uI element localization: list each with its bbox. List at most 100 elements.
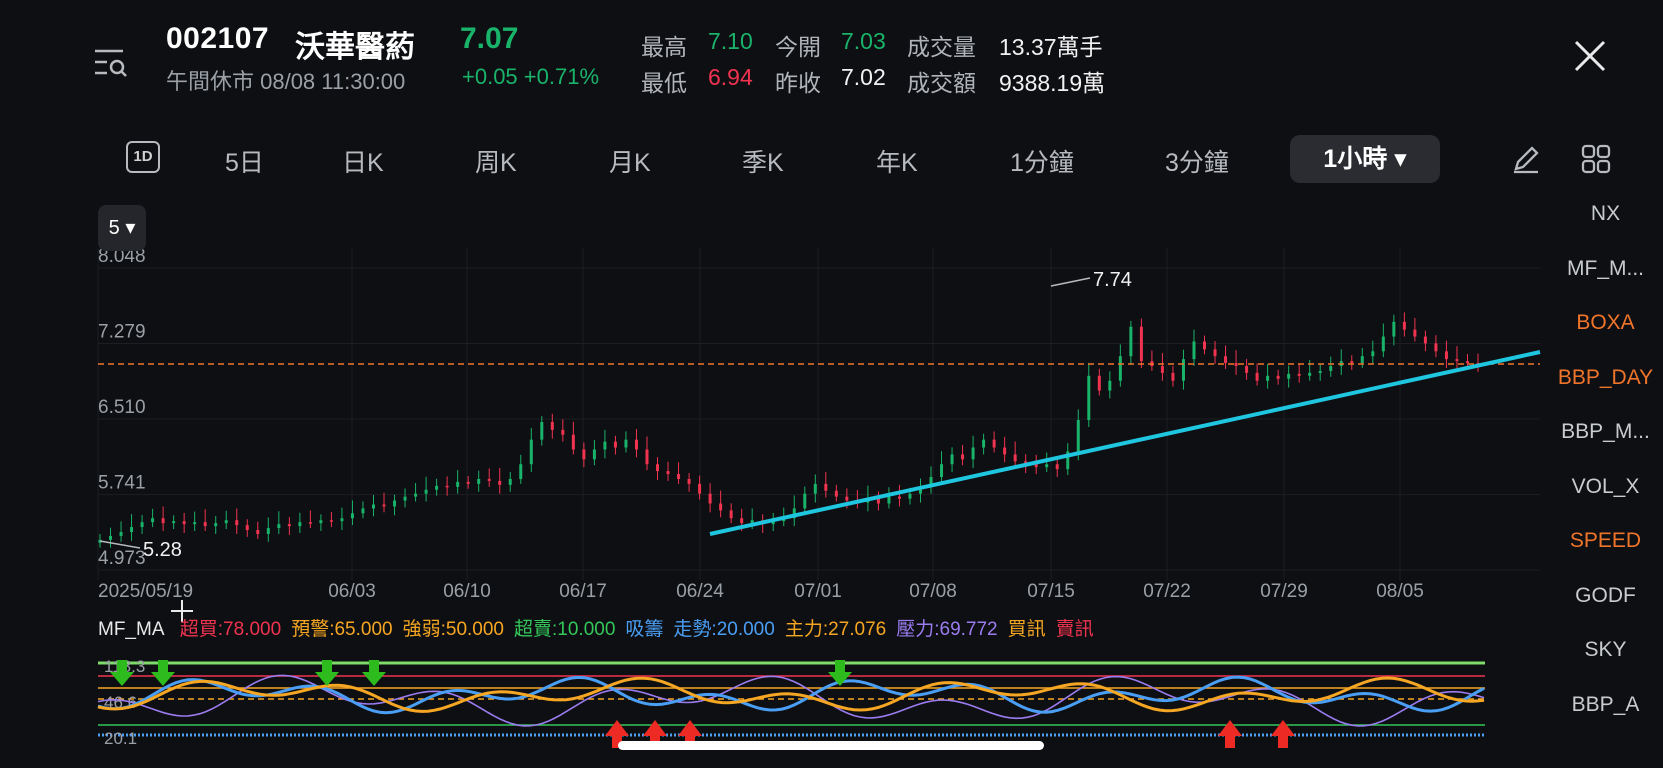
- open-label: 今開: [775, 34, 821, 60]
- close-icon[interactable]: [1570, 36, 1610, 76]
- indicator-item: 壓力:69.772: [896, 619, 998, 640]
- high-label: 最高: [641, 34, 687, 60]
- grid-layout-icon[interactable]: [1580, 143, 1612, 175]
- tab-month-k[interactable]: 月K: [609, 143, 651, 179]
- tab-year-k[interactable]: 年K: [876, 143, 918, 179]
- indicator-item: 強弱:50.000: [402, 619, 504, 640]
- candle-body: [656, 464, 660, 472]
- candle-body: [1402, 321, 1406, 330]
- candle-body: [824, 483, 828, 491]
- candle-body: [1076, 420, 1080, 452]
- pressure-line: [97, 674, 1485, 727]
- side-indicator-boxa[interactable]: BOXA: [1548, 311, 1663, 335]
- tab-5day[interactable]: 5日: [225, 143, 264, 179]
- current-price: 7.07: [460, 22, 519, 55]
- indicator-name[interactable]: MF_MA: [98, 619, 165, 640]
- candle-body: [151, 518, 155, 523]
- market-status: 午間休市 08/08 11:30:00: [166, 69, 406, 94]
- candle-body: [1139, 326, 1143, 362]
- candle-body: [308, 522, 312, 524]
- side-indicator-godf[interactable]: GODF: [1548, 584, 1663, 608]
- candle-body: [624, 439, 628, 448]
- candle-body: [456, 481, 460, 487]
- candle-body: [950, 454, 954, 465]
- tab-3min[interactable]: 3分鐘: [1165, 143, 1229, 179]
- side-indicator-sky[interactable]: SKY: [1548, 638, 1663, 662]
- side-indicator-speed[interactable]: SPEED: [1548, 529, 1663, 553]
- candle-body: [603, 441, 607, 450]
- candle-body: [708, 493, 712, 504]
- indicator-item: 買訊: [1007, 619, 1046, 640]
- volume-label: 成交量: [907, 34, 976, 60]
- annotation-leader-low: [99, 540, 141, 549]
- sell-signal-arrow-icon: [1218, 720, 1242, 748]
- candle-body: [466, 481, 470, 484]
- candle-body: [845, 496, 849, 501]
- indicator-item: 走勢:20.000: [673, 619, 775, 640]
- candle-body: [403, 496, 407, 501]
- candle-body: [1329, 366, 1333, 371]
- tab-day-k[interactable]: 日K: [342, 143, 384, 179]
- x-tick-label: 07/22: [1143, 581, 1191, 602]
- y-tick-label: 5.741: [98, 473, 146, 494]
- chart-scrollbar[interactable]: [618, 741, 1044, 750]
- candle-body: [477, 478, 481, 484]
- side-indicator-mf-m-[interactable]: MF_M...: [1548, 257, 1663, 281]
- y-tick-label: 7.279: [98, 322, 146, 343]
- tab-week-k[interactable]: 周K: [475, 143, 517, 179]
- candle-body: [1465, 361, 1469, 364]
- indicator-tick-label: 20.1: [104, 729, 137, 748]
- side-indicator-bbp-a[interactable]: BBP_A: [1548, 693, 1663, 717]
- price-chart[interactable]: 8.0487.2796.5105.7414.9732025/05/19 06/03…: [0, 200, 1548, 768]
- price-change: +0.05 +0.71%: [462, 64, 599, 90]
- candle-body: [1234, 363, 1238, 367]
- change-value: +0.05: [462, 64, 518, 89]
- side-indicator-nx[interactable]: NX: [1548, 202, 1663, 226]
- amount-label: 成交額: [907, 70, 976, 96]
- tab-1d[interactable]: 1D: [126, 141, 160, 173]
- candle-body: [1266, 375, 1270, 381]
- candle-body: [245, 525, 249, 531]
- ma-period-selector[interactable]: 5 ▾: [98, 205, 146, 251]
- candle-body: [487, 478, 491, 481]
- annotation-leader-high: [1050, 277, 1091, 287]
- menu-search-icon[interactable]: [93, 45, 129, 81]
- draw-pencil-icon[interactable]: [1510, 143, 1542, 175]
- x-tick-label: 06/17: [559, 581, 607, 602]
- tab-1hour[interactable]: 1小時 ▾: [1290, 135, 1440, 183]
- tab-1min[interactable]: 1分鐘: [1010, 143, 1074, 179]
- x-tick-label: 06/10: [443, 581, 491, 602]
- candle-body: [1287, 373, 1291, 379]
- candle-body: [161, 518, 165, 524]
- x-tick-label: 08/05: [1376, 581, 1424, 602]
- indicator-legend: MF_MA 超買:78.000 預警:65.000 強弱:50.000 超賣:10.0…: [98, 614, 1114, 641]
- candle-body: [1434, 343, 1438, 352]
- x-tick-label: 06/03: [328, 581, 376, 602]
- x-tick-label: 07/01: [794, 581, 842, 602]
- candle-body: [393, 500, 397, 507]
- candle-body: [1350, 361, 1354, 364]
- candle-body: [508, 478, 512, 485]
- side-indicator-vol-x[interactable]: VOL_X: [1548, 475, 1663, 499]
- candle-body: [1045, 464, 1049, 468]
- candle-body: [424, 489, 428, 494]
- y-tick-label: 4.973: [98, 548, 146, 569]
- candle-body: [887, 496, 891, 504]
- side-indicator-bbp-m-[interactable]: BBP_M...: [1548, 420, 1663, 444]
- indicator-item: 預警:65.000: [291, 619, 393, 640]
- side-indicator-bbp-day[interactable]: BBP_DAY: [1548, 366, 1663, 390]
- candle-body: [1171, 372, 1175, 381]
- candle-body: [645, 449, 649, 465]
- candle-body: [1108, 380, 1112, 391]
- prev-close-value: 7.02: [841, 64, 886, 90]
- candle-body: [982, 439, 986, 448]
- tab-quarter-k[interactable]: 季K: [742, 143, 784, 179]
- open-value: 7.03: [841, 28, 886, 54]
- candle-body: [266, 528, 270, 534]
- candle-body: [224, 520, 228, 524]
- candle-body: [992, 439, 996, 448]
- candle-body: [214, 523, 218, 527]
- x-tick-label: 06/24: [676, 581, 724, 602]
- candle-body: [1118, 356, 1122, 381]
- indicator-item: 超買:78.000: [179, 619, 282, 640]
